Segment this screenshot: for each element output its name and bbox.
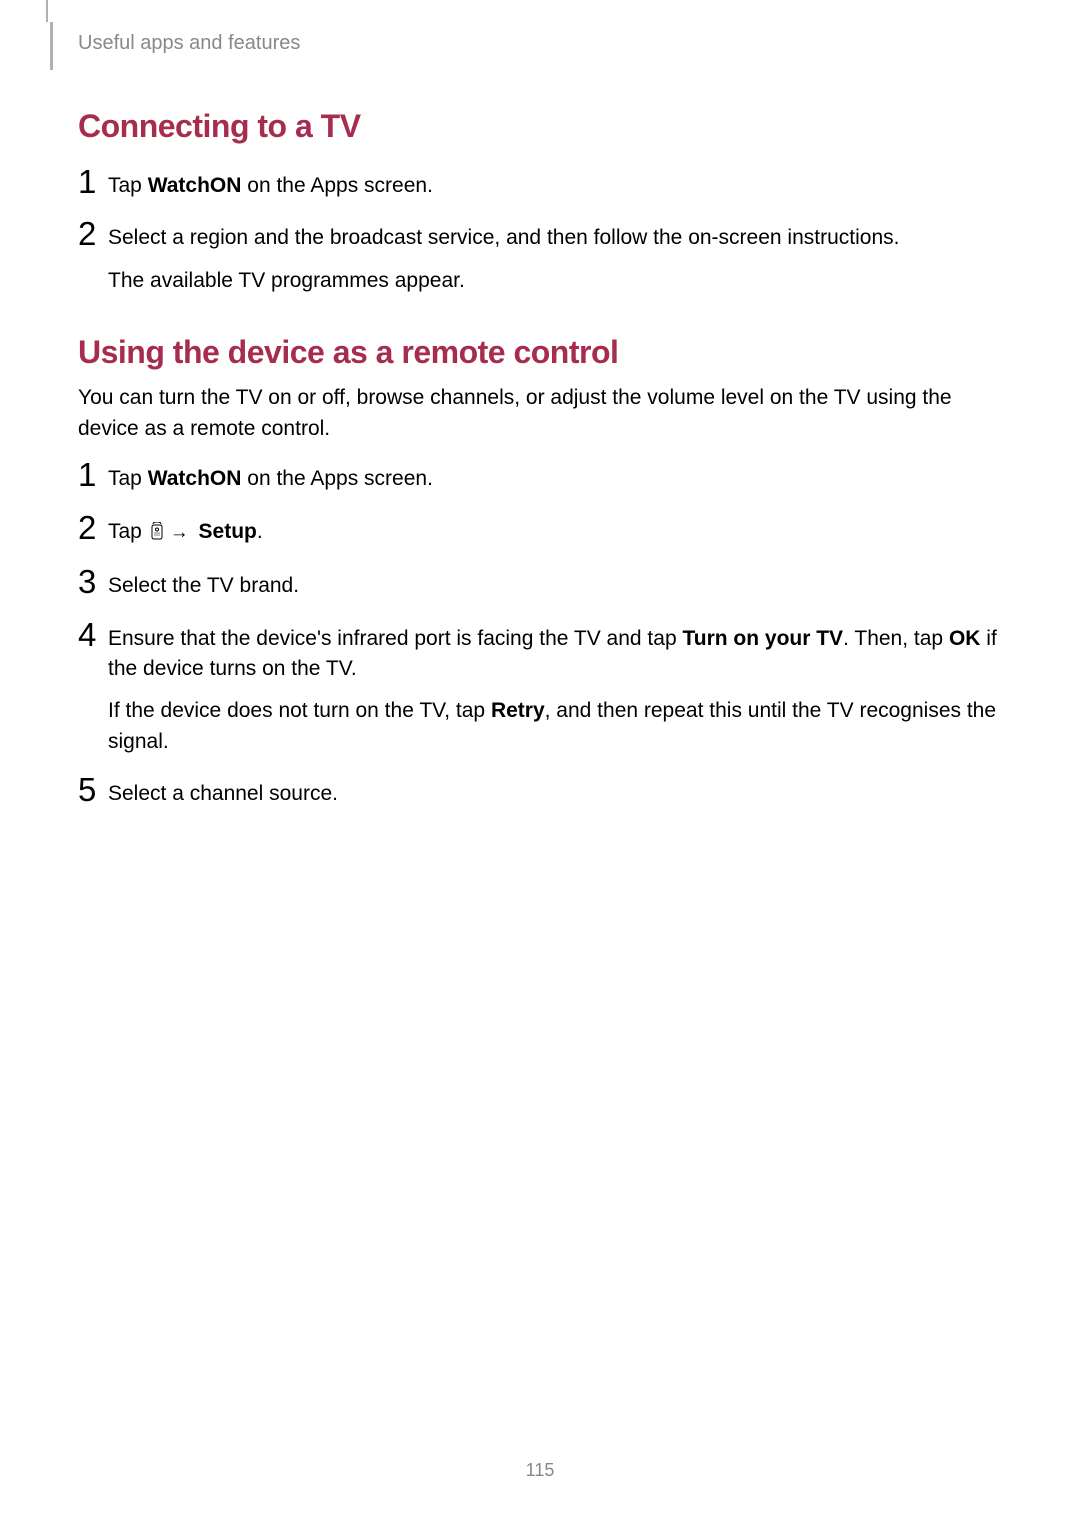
page-content: Connecting to a TV 1 Tap WatchON on the … (0, 0, 1080, 810)
step-text: . (257, 520, 263, 543)
step-text: Select a region and the broadcast servic… (108, 223, 1002, 253)
ok-bold: OK (949, 627, 981, 650)
step-text: If the device does not turn on the TV, t… (108, 699, 491, 722)
step-body: Tap → Setup. (108, 515, 1002, 549)
step-5-remote: 5 Select a channel source. (78, 777, 1002, 809)
step-number: 2 (78, 217, 108, 250)
section-heading-remote: Using the device as a remote control (78, 334, 1002, 371)
step-number: 1 (78, 165, 108, 198)
header-rule-top (46, 0, 48, 22)
step-text: . Then, tap (843, 627, 949, 650)
watchon-bold: WatchON (148, 174, 242, 197)
breadcrumb: Useful apps and features (78, 32, 300, 55)
step-text: The available TV programmes appear. (108, 266, 1002, 296)
step-1-remote: 1 Tap WatchON on the Apps screen. (78, 462, 1002, 494)
intro-text-remote: You can turn the TV on or off, browse ch… (78, 383, 1002, 444)
section-heading-connecting: Connecting to a TV (78, 108, 1002, 145)
step-4-remote: 4 Ensure that the device's infrared port… (78, 622, 1002, 758)
step-number: 5 (78, 773, 108, 806)
retry-bold: Retry (491, 699, 545, 722)
watchon-bold: WatchON (148, 467, 242, 490)
step-text: Select the TV brand. (108, 571, 1002, 601)
step-body: Select a region and the broadcast servic… (108, 221, 1002, 296)
arrow-icon: → (170, 519, 189, 547)
steps-connecting: 1 Tap WatchON on the Apps screen. 2 Sele… (78, 169, 1002, 296)
remote-icon (150, 519, 164, 549)
step-text: Select a channel source. (108, 779, 1002, 809)
turn-on-tv-bold: Turn on your TV (682, 627, 843, 650)
step-body: Select a channel source. (108, 777, 1002, 809)
step-text: Ensure that the device's infrared port i… (108, 627, 682, 650)
step-2-remote: 2 Tap → Setup. (78, 515, 1002, 549)
step-text: on the Apps screen. (241, 467, 432, 490)
header-rule (50, 22, 53, 70)
setup-bold: Setup (199, 520, 257, 543)
step-2-connecting: 2 Select a region and the broadcast serv… (78, 221, 1002, 296)
page-number: 115 (0, 1460, 1080, 1481)
step-text: on the Apps screen. (241, 174, 432, 197)
step-text: Tap (108, 520, 148, 543)
step-1-connecting: 1 Tap WatchON on the Apps screen. (78, 169, 1002, 201)
step-text: Tap (108, 467, 148, 490)
step-text: Tap (108, 174, 148, 197)
step-number: 1 (78, 458, 108, 491)
step-body: Ensure that the device's infrared port i… (108, 622, 1002, 758)
step-body: Select the TV brand. (108, 569, 1002, 601)
step-body: Tap WatchON on the Apps screen. (108, 169, 1002, 201)
step-number: 2 (78, 511, 108, 544)
step-3-remote: 3 Select the TV brand. (78, 569, 1002, 601)
steps-remote: 1 Tap WatchON on the Apps screen. 2 Tap … (78, 462, 1002, 810)
step-number: 4 (78, 618, 108, 651)
step-body: Tap WatchON on the Apps screen. (108, 462, 1002, 494)
step-number: 3 (78, 565, 108, 598)
